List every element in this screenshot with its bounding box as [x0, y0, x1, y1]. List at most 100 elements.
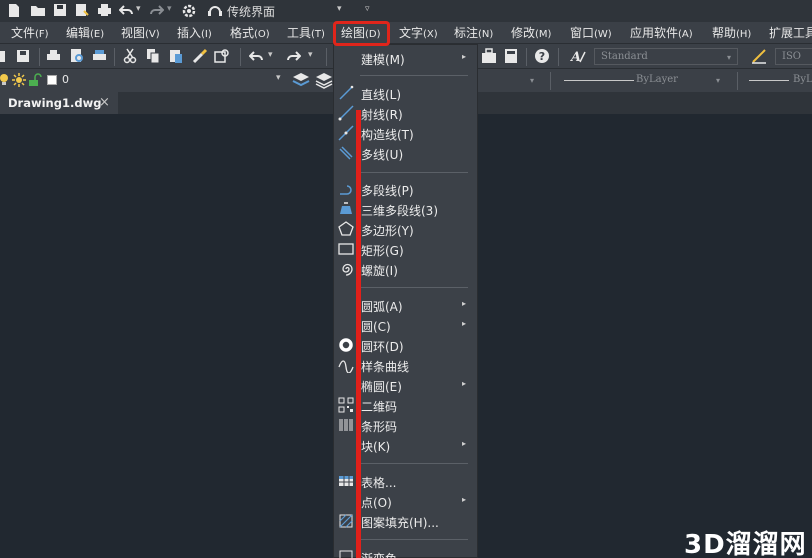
undo-icon[interactable]	[249, 50, 263, 62]
ray-icon	[338, 105, 354, 121]
print-preview-icon[interactable]	[69, 48, 84, 64]
plot-icon[interactable]	[92, 49, 107, 63]
block-editor-icon[interactable]	[214, 48, 230, 64]
svg-text:A: A	[570, 50, 581, 64]
chevron-down-icon: ▾	[727, 53, 732, 62]
donut-icon	[339, 338, 353, 352]
layer-manager-icon[interactable]	[292, 71, 310, 89]
menu-separator	[360, 463, 468, 464]
menu-separator	[360, 287, 468, 288]
menu-edit[interactable]: 编辑(E)	[66, 25, 104, 41]
cut-icon[interactable]	[123, 48, 137, 64]
menu-tools[interactable]: 工具(T)	[287, 25, 325, 41]
menu-insert[interactable]: 插入(I)	[177, 25, 212, 41]
menu-separator	[360, 539, 468, 540]
headset-icon[interactable]	[207, 3, 223, 19]
layer-unlock-icon[interactable]	[28, 73, 42, 87]
paste-icon[interactable]	[169, 48, 183, 64]
layer-states-icon[interactable]	[315, 71, 333, 89]
menu-item-line[interactable]: 直线(L)	[334, 83, 479, 103]
linetype-dropdown[interactable]: ByLayer ▾	[558, 72, 728, 89]
hatch-icon	[339, 514, 353, 528]
layer-dropdown-icon[interactable]: ▾	[276, 73, 281, 83]
text-style-dropdown[interactable]: Standard ▾	[594, 48, 738, 65]
text-style-icon[interactable]: A	[570, 48, 586, 64]
dimension-style-icon[interactable]	[751, 48, 767, 64]
qr-code-icon	[338, 397, 354, 413]
menu-item-modeling[interactable]: 建模(M) ▸	[334, 48, 479, 68]
workspace-dropdown-icon[interactable]: ▾	[337, 4, 342, 14]
document-tab[interactable]: Drawing1.dwg ×	[0, 92, 118, 114]
chevron-down-icon: ▾	[530, 76, 535, 85]
undo-dropdown-icon[interactable]: ▾	[136, 4, 141, 14]
menu-view[interactable]: 视图(V)	[121, 25, 160, 41]
menu-help[interactable]: 帮助(H)	[712, 25, 751, 41]
toolbar-separator	[114, 48, 115, 66]
toolbar-separator	[737, 72, 738, 90]
match-properties-icon[interactable]	[192, 48, 208, 64]
menu-bar: 文件(F) 编辑(E) 视图(V) 插入(I) 格式(O) 工具(T) 绘图(D…	[0, 22, 812, 44]
layer-on-icon[interactable]	[0, 73, 10, 87]
quick-access-toolbar: ▾ ▾ 传统界面 ▾ ▿	[0, 0, 812, 22]
menu-modify[interactable]: 修改(M)	[511, 25, 551, 41]
workspace-name[interactable]: 传统界面	[227, 3, 275, 20]
toolbar-separator	[550, 72, 551, 90]
save-icon[interactable]	[53, 3, 67, 17]
submenu-arrow-icon: ▸	[462, 299, 467, 308]
toolbar-separator	[558, 48, 559, 66]
chevron-down-icon: ▾	[716, 76, 721, 85]
undo-dropdown-icon[interactable]: ▾	[268, 50, 273, 60]
print-icon[interactable]	[97, 3, 112, 17]
menu-separator	[360, 172, 468, 173]
qat-customize-icon[interactable]: ▿	[365, 4, 370, 14]
redo-dropdown-icon[interactable]: ▾	[167, 4, 172, 14]
construction-line-icon	[338, 125, 354, 141]
layer-name: 0	[62, 73, 69, 86]
undo-icon[interactable]	[119, 4, 133, 16]
toolbar-separator	[526, 48, 527, 66]
save-icon[interactable]	[16, 49, 30, 63]
menu-dimension[interactable]: 标注(N)	[454, 25, 493, 41]
submenu-arrow-icon: ▸	[462, 439, 467, 448]
multiline-icon	[339, 146, 353, 160]
lineweight-dropdown[interactable]: ByL	[743, 72, 812, 89]
layer-thaw-icon[interactable]	[12, 73, 26, 87]
lineweight-sample	[749, 80, 789, 81]
color-dropdown[interactable]: ▾	[480, 72, 543, 89]
text-style-value: Standard	[601, 51, 648, 62]
save-as-icon[interactable]	[75, 3, 89, 17]
settings-icon[interactable]	[182, 4, 196, 18]
draw-dropdown-menu: 建模(M) ▸ 直线(L) 射线(R) 构造线(T) 多线(U) 多段线(P) …	[333, 44, 478, 558]
draw-menu-highlight-box	[333, 21, 390, 46]
dimension-style-value: ISO	[782, 51, 801, 62]
line-icon	[339, 85, 354, 100]
rectangle-icon	[338, 243, 354, 255]
table-icon	[339, 476, 353, 486]
copy-icon[interactable]	[146, 48, 160, 64]
redo-icon[interactable]	[287, 50, 301, 62]
menu-window[interactable]: 窗口(W)	[570, 25, 612, 41]
help-icon[interactable]: ?	[534, 48, 550, 64]
close-icon[interactable]: ×	[99, 95, 110, 110]
layer-color-swatch[interactable]	[47, 75, 57, 85]
polyline-icon	[340, 185, 352, 195]
dimension-style-dropdown[interactable]: ISO	[775, 48, 812, 65]
gradient-icon	[339, 550, 353, 558]
print-icon[interactable]	[46, 49, 61, 63]
menu-format[interactable]: 格式(O)	[230, 25, 270, 41]
calculator-icon[interactable]	[504, 48, 518, 64]
redo-dropdown-icon[interactable]: ▾	[308, 50, 313, 60]
open-folder-icon[interactable]	[30, 4, 46, 17]
toolbox-icon[interactable]	[481, 48, 497, 64]
3d-polyline-icon	[340, 202, 352, 214]
new-file-icon[interactable]	[8, 3, 20, 18]
polygon-icon	[338, 221, 354, 236]
menu-file[interactable]: 文件(F)	[11, 25, 49, 41]
redo-icon[interactable]	[150, 4, 164, 16]
menu-applications[interactable]: 应用软件(A)	[630, 25, 693, 41]
site-watermark: 3D溜溜网	[684, 530, 807, 558]
svg-text:?: ?	[539, 50, 545, 63]
menu-text[interactable]: 文字(X)	[399, 25, 438, 41]
document-tab-label: Drawing1.dwg	[8, 96, 102, 110]
menu-extension-tools[interactable]: 扩展工具	[769, 25, 812, 41]
